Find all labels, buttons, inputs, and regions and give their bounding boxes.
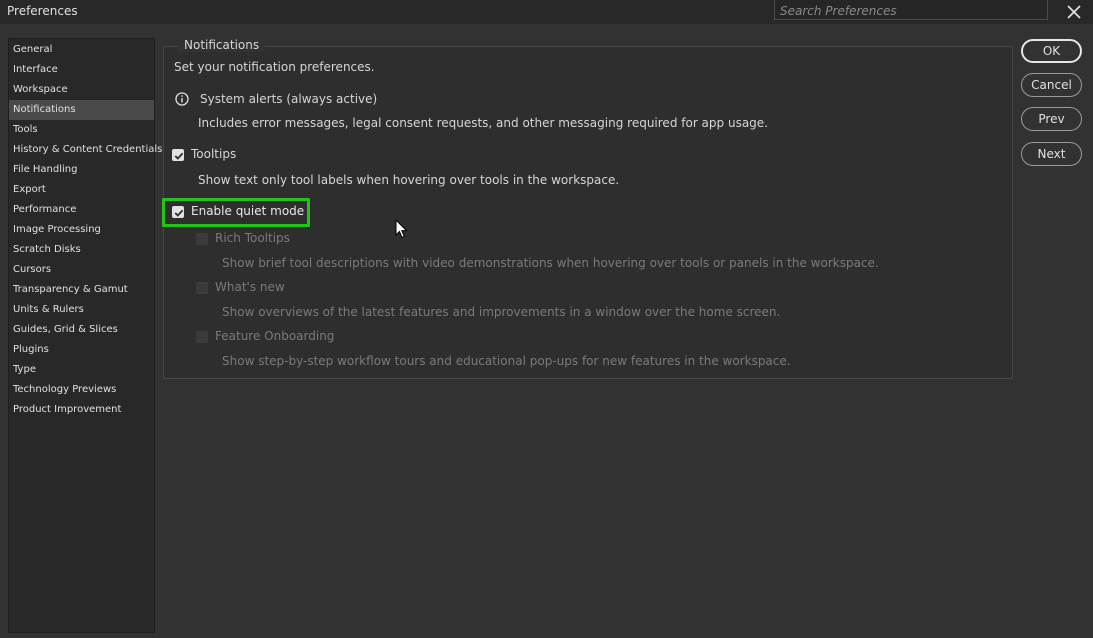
close-icon bbox=[1067, 5, 1081, 19]
sidebar-item-notifications[interactable]: Notifications bbox=[9, 100, 154, 120]
sidebar-item-workspace[interactable]: Workspace bbox=[9, 80, 154, 100]
sidebar-item-units-rulers[interactable]: Units & Rulers bbox=[9, 300, 154, 320]
sidebar-item-file-handling[interactable]: File Handling bbox=[9, 160, 154, 180]
sidebar-item-image-processing[interactable]: Image Processing bbox=[9, 220, 154, 240]
whats-new-description: Show overviews of the latest features an… bbox=[222, 305, 781, 319]
rich-tooltips-description: Show brief tool descriptions with video … bbox=[222, 256, 879, 270]
whats-new-label[interactable]: What's new bbox=[215, 280, 285, 294]
sidebar-item-transparency[interactable]: Transparency & Gamut bbox=[9, 280, 154, 300]
panel-intro: Set your notification preferences. bbox=[174, 60, 375, 74]
title-bar: Preferences bbox=[0, 0, 1093, 24]
preferences-dialog: Preferences General Interface Workspace … bbox=[0, 0, 1093, 638]
system-alerts-description: Includes error messages, legal consent r… bbox=[198, 116, 768, 130]
next-button[interactable]: Next bbox=[1021, 142, 1082, 166]
sidebar-item-product-improvement[interactable]: Product Improvement bbox=[9, 400, 154, 420]
sidebar-item-export[interactable]: Export bbox=[9, 180, 154, 200]
window-title: Preferences bbox=[7, 4, 78, 18]
whats-new-checkbox[interactable] bbox=[196, 282, 208, 294]
quiet-mode-checkbox[interactable] bbox=[172, 206, 184, 218]
rich-tooltips-checkbox[interactable] bbox=[196, 233, 208, 245]
sidebar-item-scratch-disks[interactable]: Scratch Disks bbox=[9, 240, 154, 260]
feature-onboarding-description: Show step-by-step workflow tours and edu… bbox=[222, 354, 791, 368]
sidebar-item-interface[interactable]: Interface bbox=[9, 60, 154, 80]
rich-tooltips-label[interactable]: Rich Tooltips bbox=[215, 231, 290, 245]
ok-button[interactable]: OK bbox=[1021, 39, 1082, 63]
search-input[interactable] bbox=[775, 1, 1047, 21]
sidebar-item-tools[interactable]: Tools bbox=[9, 120, 154, 140]
sidebar-list: General Interface Workspace Notification… bbox=[8, 38, 162, 633]
prev-button[interactable]: Prev bbox=[1021, 107, 1082, 131]
info-icon bbox=[175, 92, 189, 106]
close-button[interactable] bbox=[1062, 1, 1086, 23]
sidebar-item-history[interactable]: History & Content Credentials bbox=[9, 140, 162, 160]
tooltips-label[interactable]: Tooltips bbox=[191, 147, 236, 161]
search-field-container bbox=[774, 0, 1048, 21]
tooltips-checkbox[interactable] bbox=[172, 149, 184, 161]
sidebar-item-type[interactable]: Type bbox=[9, 360, 154, 380]
system-alerts-label: System alerts (always active) bbox=[200, 92, 378, 106]
feature-onboarding-label[interactable]: Feature Onboarding bbox=[215, 329, 334, 343]
sidebar-item-plugins[interactable]: Plugins bbox=[9, 340, 154, 360]
tooltips-description: Show text only tool labels when hovering… bbox=[198, 173, 620, 187]
mouse-cursor-icon bbox=[395, 219, 408, 239]
feature-onboarding-checkbox[interactable] bbox=[196, 331, 208, 343]
panel-legend: Notifications bbox=[178, 38, 266, 52]
sidebar-item-cursors[interactable]: Cursors bbox=[9, 260, 154, 280]
checkmark-icon bbox=[174, 152, 184, 160]
sidebar-item-performance[interactable]: Performance bbox=[9, 200, 154, 220]
checkmark-icon bbox=[174, 209, 184, 217]
sidebar-item-technology-previews[interactable]: Technology Previews bbox=[9, 380, 154, 400]
sidebar-item-general[interactable]: General bbox=[9, 40, 154, 60]
cancel-button[interactable]: Cancel bbox=[1021, 73, 1082, 97]
sidebar-item-guides[interactable]: Guides, Grid & Slices bbox=[9, 320, 154, 340]
quiet-mode-label[interactable]: Enable quiet mode bbox=[191, 204, 304, 218]
